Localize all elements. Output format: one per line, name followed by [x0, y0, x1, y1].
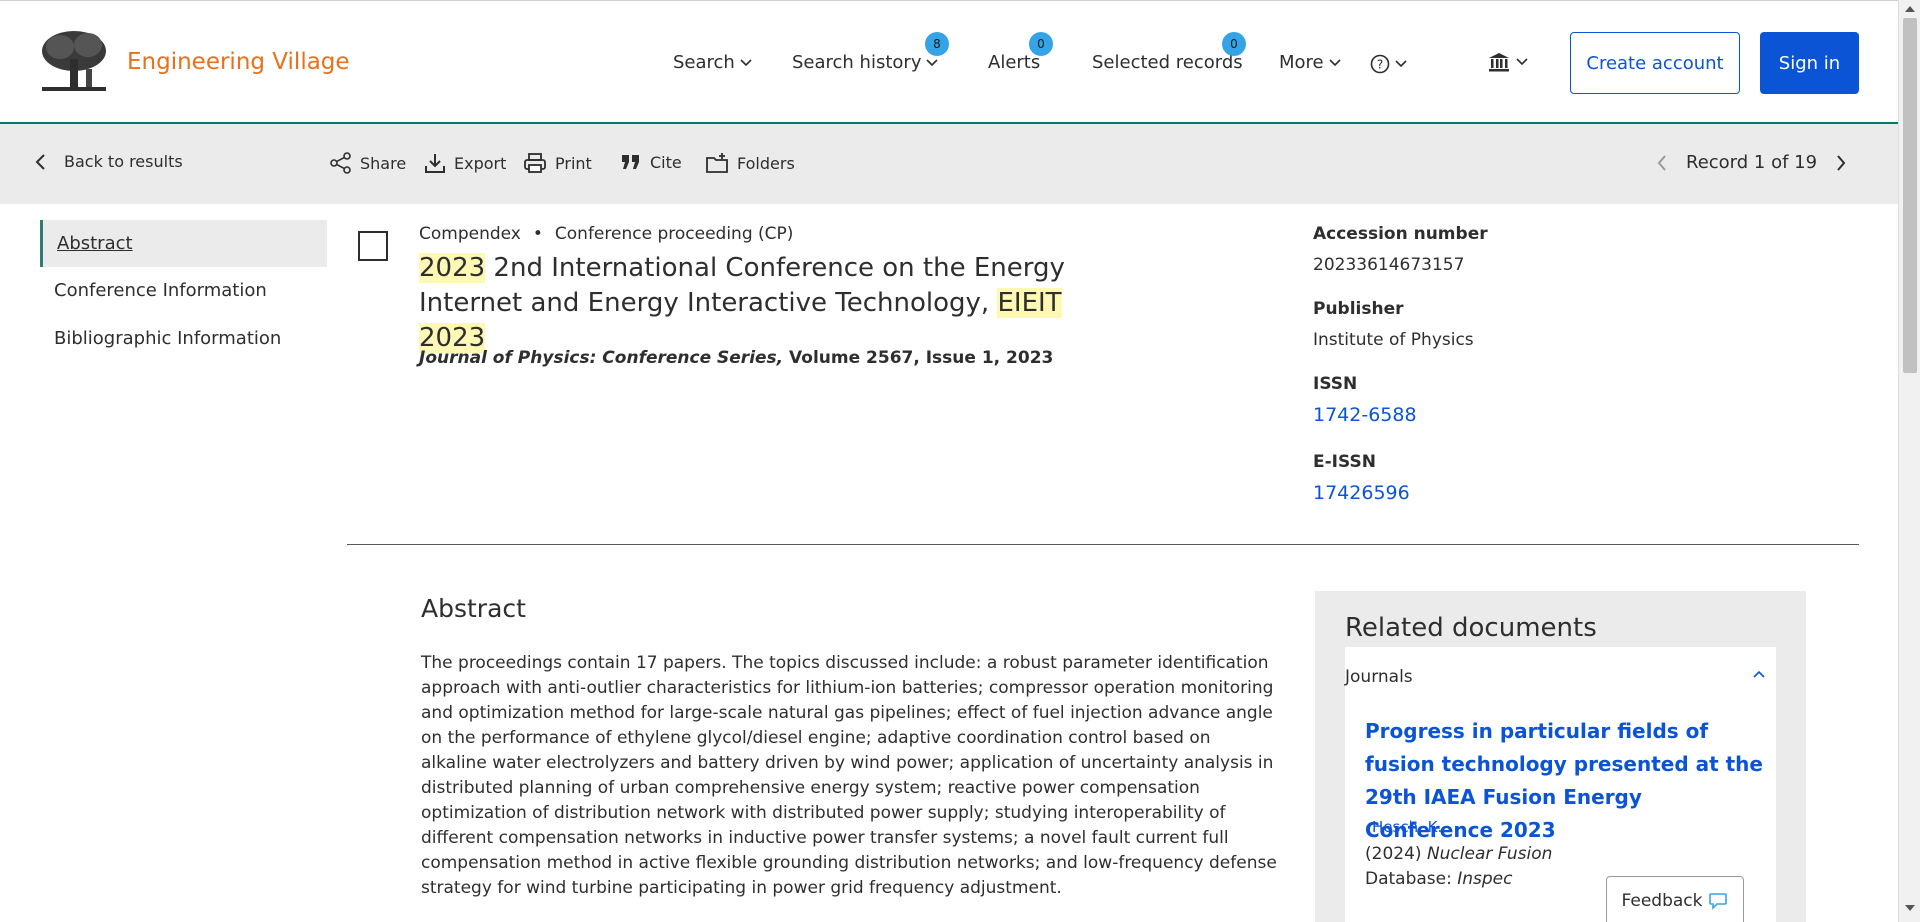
print-label: Print — [555, 153, 592, 173]
chevron-left-icon — [35, 153, 45, 170]
export-button[interactable]: Export — [424, 152, 506, 174]
help-icon: ? — [1370, 54, 1390, 74]
chevron-down-icon — [1329, 58, 1341, 66]
accession-number-value: 20233614673157 — [1313, 255, 1465, 275]
nav-help[interactable]: ? — [1370, 54, 1408, 74]
page-scrollbar[interactable] — [1898, 0, 1920, 922]
back-to-results-label: Back to results — [64, 152, 183, 171]
search-history-count-badge: 8 — [925, 32, 949, 56]
journal-citation: Journal of Physics: Conference Series, V… — [419, 348, 1053, 368]
related-db-value: Inspec — [1457, 869, 1513, 889]
sidebar-item-abstract[interactable]: Abstract — [40, 220, 327, 267]
related-db-label: Database: — [1365, 869, 1452, 889]
record-meta: Compendex • Conference proceeding (CP) — [419, 224, 793, 244]
nav-alerts-label: Alerts — [988, 52, 1041, 73]
related-document-author-link[interactable]: Hesch, K. — [1372, 818, 1442, 836]
feedback-button[interactable]: Feedback — [1606, 876, 1744, 922]
export-icon — [425, 154, 445, 173]
related-source: Nuclear Fusion — [1426, 844, 1553, 864]
record-position: Record 1 of 19 — [1686, 152, 1818, 173]
svg-text:?: ? — [1377, 58, 1383, 72]
brand-name[interactable]: Engineering Village — [127, 49, 350, 75]
nav-institution[interactable] — [1487, 51, 1529, 73]
nav-more-label: More — [1279, 52, 1324, 73]
chat-bubble-icon — [1709, 893, 1728, 910]
export-label: Export — [454, 153, 507, 173]
issn-link[interactable]: 1742-6588 — [1313, 404, 1417, 426]
sidebar-item-bibliographic-information[interactable]: Bibliographic Information — [40, 315, 327, 362]
publisher-value: Institute of Physics — [1313, 330, 1474, 350]
share-button[interactable]: Share — [330, 152, 406, 174]
create-account-button[interactable]: Create account — [1570, 32, 1740, 94]
section-divider — [347, 544, 1859, 545]
journal-details: Volume 2567, Issue 1, 2023 — [783, 348, 1054, 368]
nav-alerts[interactable]: Alerts — [988, 52, 1040, 73]
eissn-link[interactable]: 17426596 — [1313, 482, 1410, 504]
previous-record-icon[interactable] — [1656, 154, 1668, 172]
sign-in-button[interactable]: Sign in — [1760, 32, 1859, 94]
related-documents-panel: Related documents Journals Progress in p… — [1315, 591, 1806, 922]
scroll-down-arrow-icon[interactable] — [1905, 905, 1915, 911]
chevron-down-icon — [740, 58, 752, 66]
elsevier-tree-logo[interactable] — [38, 29, 110, 95]
feedback-label: Feedback — [1621, 891, 1703, 911]
issn-label: ISSN — [1313, 374, 1358, 394]
chevron-down-icon — [1395, 60, 1407, 68]
abstract-heading: Abstract — [421, 594, 526, 623]
title-text: 2nd International Conference on the Ener… — [419, 253, 1065, 318]
related-document-source: (2024) Nuclear Fusion — [1365, 844, 1552, 864]
folders-button[interactable]: Folders — [705, 152, 795, 174]
title-highlight: 2023 — [419, 253, 486, 283]
share-icon — [330, 152, 351, 174]
scrollbar-thumb[interactable] — [1903, 18, 1917, 373]
publisher-label: Publisher — [1313, 299, 1404, 319]
database-name: Compendex — [419, 224, 521, 244]
related-document-database: Database: Inspec — [1365, 869, 1513, 889]
next-record-icon[interactable] — [1835, 154, 1847, 172]
record-title: 2023 2nd International Conference on the… — [419, 251, 1119, 356]
select-record-checkbox[interactable] — [358, 231, 388, 261]
top-header: Engineering Village Search Search histor… — [0, 0, 1898, 124]
eissn-label: E-ISSN — [1313, 452, 1376, 472]
accession-number-label: Accession number — [1313, 224, 1488, 244]
related-category[interactable]: Journals — [1345, 667, 1413, 687]
cite-label: Cite — [650, 152, 682, 172]
nav-search[interactable]: Search — [673, 52, 753, 73]
nav-search-history[interactable]: Search history — [792, 52, 939, 73]
scroll-up-arrow-icon[interactable] — [1905, 6, 1915, 12]
journal-name: Journal of Physics: Conference Series, — [419, 348, 784, 368]
chevron-down-icon — [1516, 58, 1528, 66]
abstract-text: The proceedings contain 17 papers. The t… — [421, 653, 1277, 898]
record-toolbar: Back to results Share Export Print Cite … — [0, 124, 1898, 204]
quote-icon — [622, 155, 639, 169]
related-year: (2024) — [1365, 844, 1422, 864]
back-to-results-link[interactable]: Back to results — [34, 152, 183, 171]
sidebar-item-conference-information[interactable]: Conference Information — [40, 267, 327, 314]
record-navigation: Record 1 of 19 — [1656, 152, 1847, 173]
print-icon — [524, 153, 546, 173]
nav-search-history-label: Search history — [792, 52, 922, 73]
nav-selected-records[interactable]: Selected records — [1092, 52, 1243, 73]
alerts-count-badge: 0 — [1029, 32, 1053, 56]
nav-more[interactable]: More — [1279, 52, 1342, 73]
nav-selected-records-label: Selected records — [1092, 52, 1243, 73]
title-highlight: EIEIT — [997, 288, 1062, 318]
folder-add-icon — [706, 153, 728, 173]
meta-separator: • — [532, 224, 543, 244]
chevron-up-icon[interactable] — [1752, 667, 1766, 681]
folders-label: Folders — [737, 153, 795, 173]
nav-search-label: Search — [673, 52, 735, 73]
chevron-down-icon — [926, 58, 939, 66]
print-button[interactable]: Print — [523, 152, 592, 174]
share-label: Share — [360, 153, 407, 173]
selected-records-count-badge: 0 — [1222, 32, 1246, 56]
document-type: Conference proceeding (CP) — [554, 224, 794, 244]
institution-icon — [1489, 53, 1509, 72]
cite-button[interactable]: Cite — [620, 152, 682, 172]
related-documents-heading: Related documents — [1345, 613, 1597, 643]
